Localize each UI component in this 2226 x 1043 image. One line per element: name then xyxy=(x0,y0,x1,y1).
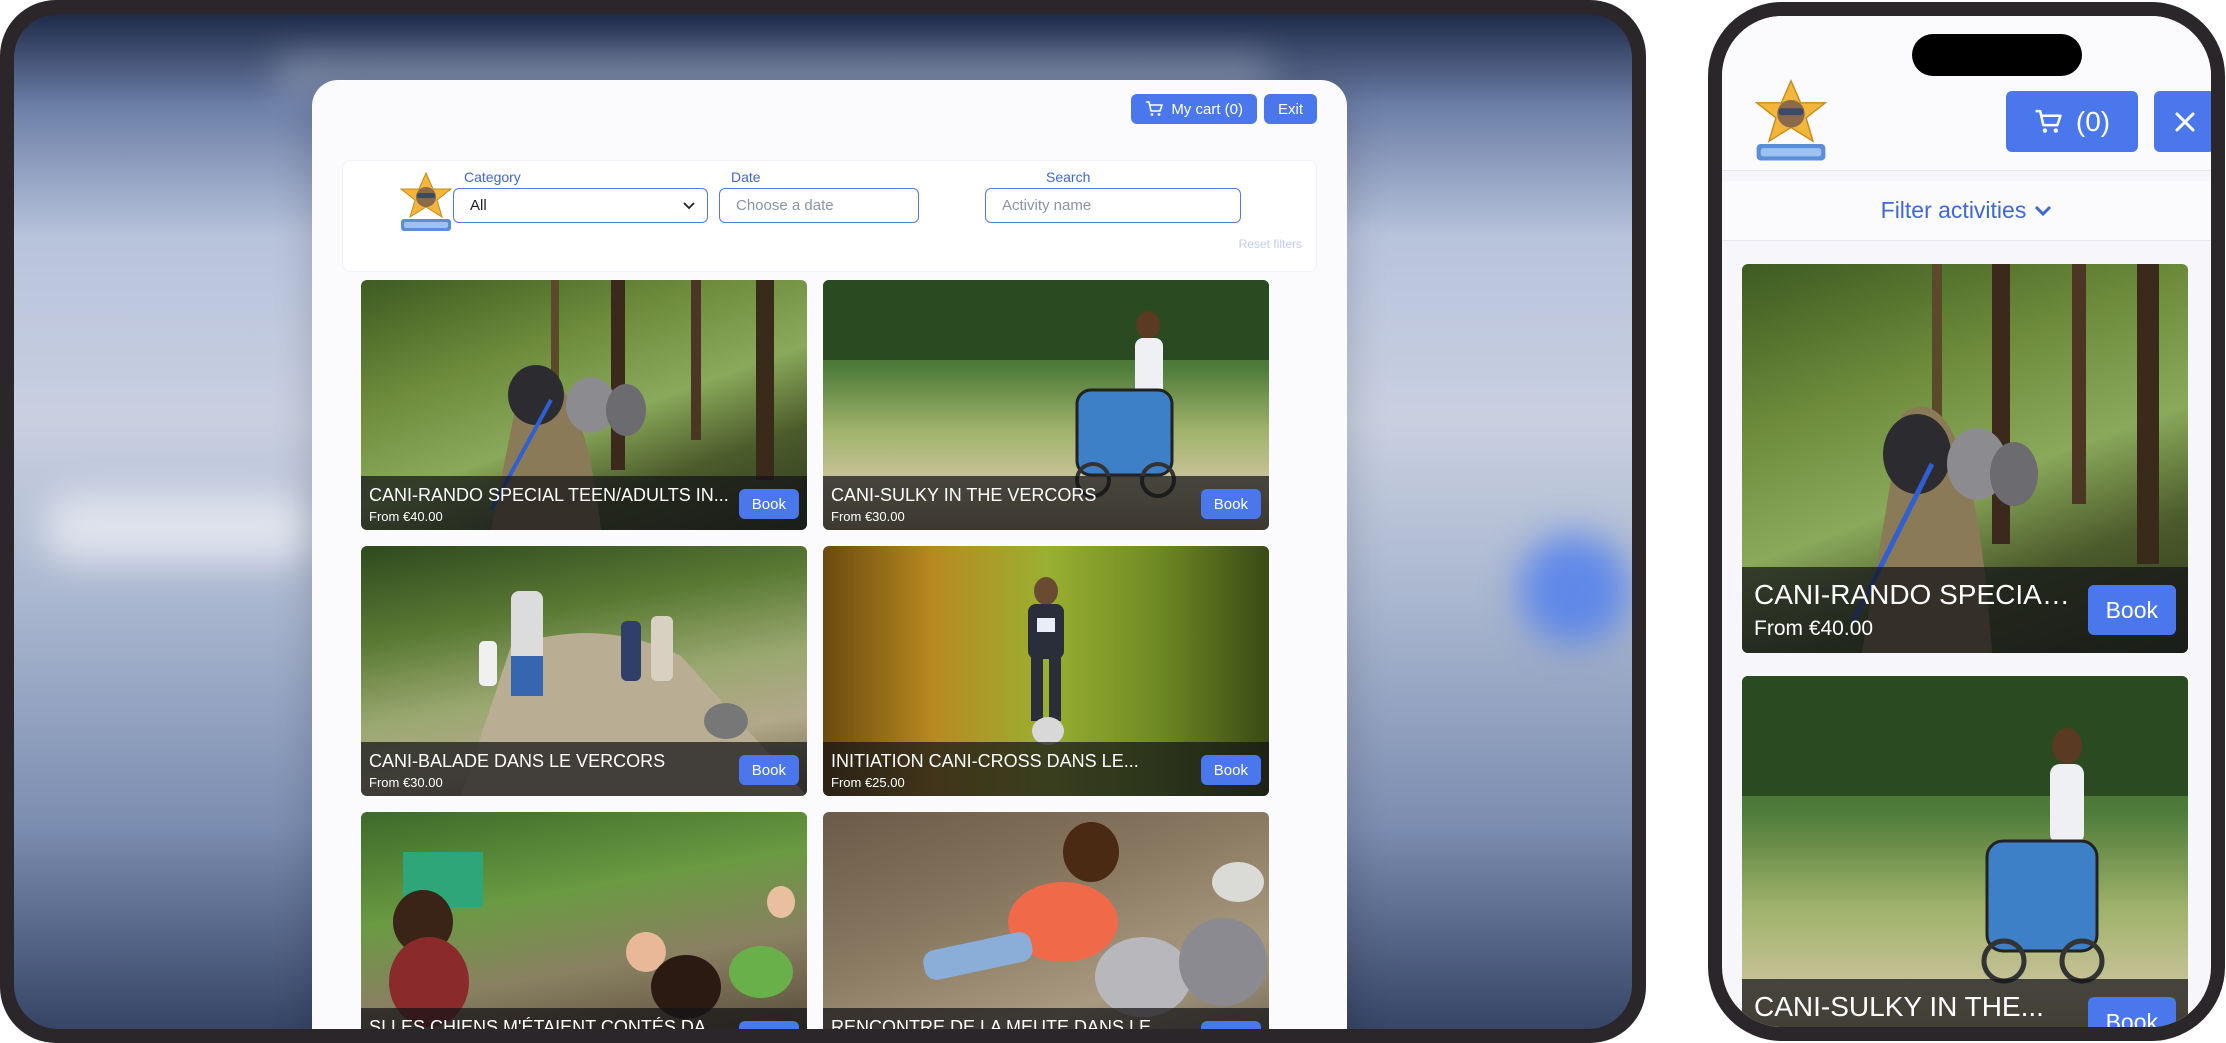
tablet-screen: My cart (0) Exit Category All Date Choos… xyxy=(14,14,1632,1029)
book-button[interactable]: Book xyxy=(1200,489,1261,519)
activity-price: From €25.00 xyxy=(831,775,905,790)
phone-cart-button[interactable]: (0) xyxy=(2006,91,2138,152)
book-button[interactable]: Book xyxy=(2087,585,2176,635)
activity-price: From €40.00 xyxy=(369,509,443,524)
book-button[interactable]: Book xyxy=(1200,755,1261,785)
my-cart-button[interactable]: My cart (0) xyxy=(1131,94,1257,124)
background-blur xyxy=(44,494,314,564)
activity-card[interactable]: CANI-SULKY IN THE... Book xyxy=(1742,676,2188,1027)
date-label: Date xyxy=(731,169,761,185)
cart-icon xyxy=(2035,109,2062,133)
activity-price: From €40.00 xyxy=(1754,617,1874,640)
activity-card[interactable]: CANI-RANDO SPECIAL... From €40.00 Book xyxy=(1742,264,2188,653)
my-cart-label: My cart (0) xyxy=(1171,100,1243,118)
logo-icon xyxy=(1754,79,1828,161)
header-actions: My cart (0) Exit xyxy=(1131,94,1317,124)
activity-title: CANI-RANDO SPECIAL TEEN/ADULTS IN... xyxy=(369,485,729,505)
activity-title: INITIATION CANI-CROSS DANS LE... xyxy=(831,751,1139,771)
book-button[interactable]: Book xyxy=(2087,997,2176,1027)
phone-cart-label: (0) xyxy=(2075,105,2111,137)
book-button[interactable]: Book xyxy=(738,489,799,519)
background-blur xyxy=(1519,534,1629,644)
reset-filters-link[interactable]: Reset filters xyxy=(1239,237,1302,251)
phone-screen: (0) Filter activities CANI-RANDO SPECIAL… xyxy=(1722,16,2211,1027)
close-icon xyxy=(2175,112,2194,131)
activity-photo xyxy=(923,822,1267,1017)
filter-activities-label: Filter activities xyxy=(1880,197,2027,223)
activity-card[interactable]: CANI-SULKY IN THE VERCORS From €30.00 Bo… xyxy=(823,280,1269,530)
book-button[interactable]: Book xyxy=(1200,1021,1261,1029)
booking-widget: My cart (0) Exit Category All Date Choos… xyxy=(312,80,1347,1029)
activity-title: CANI-BALADE DANS LE VERCORS xyxy=(369,751,666,771)
activity-price: From €30.00 xyxy=(831,509,905,524)
activity-price: From €30.00 xyxy=(369,775,443,790)
tablet-device: My cart (0) Exit Category All Date Choos… xyxy=(0,0,1646,1043)
chevron-down-icon xyxy=(683,201,695,209)
activity-card[interactable]: RENCONTRE DE LA MEUTE DANS LE... Book xyxy=(823,812,1269,1029)
logo-icon xyxy=(399,171,453,231)
search-input[interactable]: Activity name xyxy=(985,188,1241,223)
category-label: Category xyxy=(464,169,521,185)
category-value: All xyxy=(470,197,487,214)
category-select[interactable]: All xyxy=(453,188,708,223)
activity-title: CANI-SULKY IN THE VERCORS xyxy=(831,485,1097,505)
book-button[interactable]: Book xyxy=(738,1021,799,1029)
chevron-down-icon xyxy=(2035,205,2052,216)
activity-card[interactable]: INITIATION CANI-CROSS DANS LE... From €2… xyxy=(823,546,1269,796)
cart-icon xyxy=(1146,101,1164,116)
activity-photo xyxy=(1742,676,2188,984)
activity-card[interactable]: CANI-BALADE DANS LE VERCORS From €30.00 … xyxy=(361,546,807,796)
dynamic-island xyxy=(1912,34,2082,76)
activity-photo xyxy=(389,852,795,1027)
activity-title: CANI-SULKY IN THE... xyxy=(1754,991,2044,1022)
close-button[interactable] xyxy=(2154,91,2211,152)
exit-button[interactable]: Exit xyxy=(1263,94,1317,124)
date-input[interactable]: Choose a date xyxy=(719,188,919,223)
activity-title: RENCONTRE DE LA MEUTE DANS LE... xyxy=(831,1017,1167,1029)
search-label: Search xyxy=(1046,169,1091,185)
activity-title: SI LES CHIENS M'ÉTAIENT CONTÉS DAN... xyxy=(369,1017,729,1029)
book-button[interactable]: Book xyxy=(738,755,799,785)
activity-title: CANI-RANDO SPECIAL... xyxy=(1754,579,2074,610)
filter-activities-toggle[interactable]: Filter activities xyxy=(1722,181,2211,241)
phone-device: (0) Filter activities CANI-RANDO SPECIAL… xyxy=(1708,2,2225,1041)
activity-card[interactable]: CANI-RANDO SPECIAL TEEN/ADULTS IN... Fro… xyxy=(361,280,807,530)
filter-bar: Category All Date Choose a date Search A… xyxy=(342,160,1317,272)
activity-card[interactable]: SI LES CHIENS M'ÉTAIENT CONTÉS DAN... Bo… xyxy=(361,812,807,1029)
